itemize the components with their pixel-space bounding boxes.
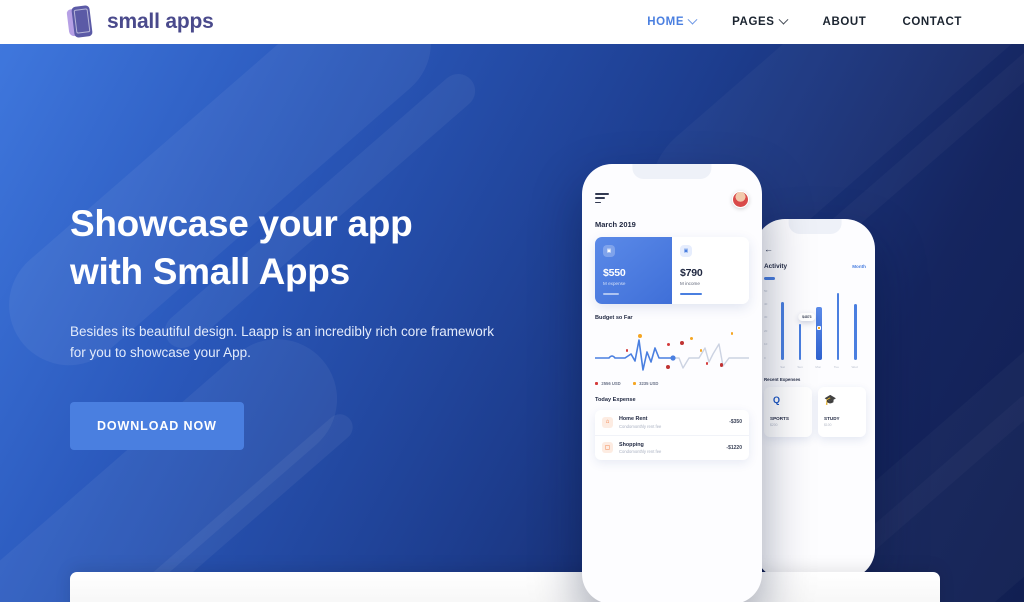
y-tick: 50 <box>764 288 768 293</box>
period-selector[interactable]: Month <box>852 264 866 269</box>
legend-item: 2556 USD <box>595 381 621 386</box>
hamburger-icon[interactable] <box>595 193 609 206</box>
income-label: M income <box>680 281 700 286</box>
bar <box>798 323 802 360</box>
nav-item-home[interactable]: HOME <box>647 14 698 28</box>
hero-section: Showcase your app with Small Apps Beside… <box>0 44 1024 602</box>
user-avatar[interactable] <box>732 191 749 208</box>
chevron-down-icon <box>687 14 698 25</box>
card-title: SPORTS <box>770 415 789 421</box>
expense-title: Shopping <box>619 441 644 448</box>
phone-mockup-secondary: ← Activity Month 50 40 30 20 10 0 $4873 … <box>755 219 875 579</box>
nav-item-about[interactable]: ABOUT <box>823 16 867 28</box>
wallet-icon: ▣ <box>603 245 615 257</box>
income-amount: $790 <box>680 267 703 279</box>
card-subtitle: $100 <box>824 422 832 427</box>
card-subtitle: $200 <box>770 422 778 427</box>
nav-item-contact-label: CONTACT <box>902 16 962 28</box>
x-tick: Wed <box>851 364 858 369</box>
graduation-cap-icon: 🎓 <box>824 394 837 406</box>
today-expense-title: Today Expense <box>595 397 636 404</box>
budget-title: Budget so Far <box>595 315 633 322</box>
arrow-left-icon[interactable]: ← <box>764 245 866 254</box>
expense-amount: -$350 <box>729 419 742 426</box>
active-tab-indicator <box>764 277 775 280</box>
hero-copy: Showcase your app with Small Apps Beside… <box>70 200 540 451</box>
expense-summary-card[interactable]: ▣ $550 M expense <box>595 237 672 305</box>
expense-title: Home Rent <box>619 416 648 423</box>
list-item[interactable]: ▢ Shopping Condomonthly rent fee -$1220 <box>595 434 749 461</box>
legend-label: 2556 USD <box>601 381 621 387</box>
card-title: STUDY <box>824 415 840 421</box>
next-section-card <box>70 572 940 602</box>
summary-cards: ▣ $550 M expense ▣ $790 M income <box>595 237 749 305</box>
nav-item-contact[interactable]: CONTACT <box>902 16 962 28</box>
activity-bar-chart: 50 40 30 20 10 0 $4873 Sat Sun Mon Tue W… <box>764 289 866 369</box>
expense-amount: -$1220 <box>726 444 742 451</box>
legend-item: 3235 USD <box>632 381 659 387</box>
chart-tooltip: $4873 <box>798 312 816 321</box>
expense-list: ⌂ Home Rent Condomonthly rent fee -$350 … <box>595 410 749 461</box>
y-tick: 10 <box>764 342 768 347</box>
y-tick: 40 <box>764 301 768 306</box>
x-tick: Tue <box>833 364 839 369</box>
progress-bar <box>680 293 702 296</box>
home-icon: ⌂ <box>602 416 613 428</box>
nav-item-home-label: HOME <box>647 16 685 28</box>
month-label: March 2019 <box>595 220 636 229</box>
expense-card-sports[interactable]: Q SPORTS $200 <box>764 386 812 437</box>
bar-selected[interactable] <box>815 307 822 360</box>
expense-card-study[interactable]: 🎓 STUDY $100 <box>818 386 866 437</box>
y-axis-labels: 50 40 30 20 10 0 <box>764 289 767 360</box>
bar <box>836 293 840 360</box>
nav-item-pages-label: PAGES <box>732 16 775 28</box>
chart-legend: 2556 USD 3235 USD <box>595 381 749 386</box>
phone-mockup-primary: March 2019 ▣ $550 M expense ▣ $790 M inc… <box>582 164 762 602</box>
recent-expenses-title: Recent Expenses <box>764 376 801 382</box>
recent-expenses-cards: Q SPORTS $200 🎓 STUDY $100 <box>764 386 866 437</box>
bar <box>854 304 857 360</box>
x-tick: Mon <box>815 364 822 369</box>
hero-subtitle: Besides its beautiful design. Laapp is a… <box>70 324 494 361</box>
tooltip-marker-icon <box>817 326 822 331</box>
scatter-dot <box>665 364 671 369</box>
budget-line-chart <box>595 324 749 380</box>
nav-links: HOME PAGES ABOUT CONTACT <box>647 14 962 28</box>
bar <box>781 301 784 360</box>
x-tick: Sat <box>780 364 785 369</box>
camera-icon: ▣ <box>680 245 692 257</box>
list-item[interactable]: ⌂ Home Rent Condomonthly rent fee -$350 <box>595 410 749 435</box>
sparkline-svg <box>595 339 749 371</box>
expense-subtitle: Condomonthly rent fee <box>619 449 662 455</box>
q-badge-icon: Q <box>772 395 780 406</box>
top-navbar: small apps HOME PAGES ABOUT CONTACT <box>0 0 1024 44</box>
page-title: Showcase your app with Small Apps <box>70 203 413 293</box>
nav-item-pages[interactable]: PAGES <box>732 14 788 28</box>
bars <box>774 291 864 360</box>
y-tick: 0 <box>764 355 766 360</box>
expense-subtitle: Condomonthly rent fee <box>619 423 662 429</box>
progress-bar <box>603 293 619 296</box>
brand-logo[interactable]: small apps <box>66 5 214 39</box>
y-tick: 20 <box>764 328 768 333</box>
expense-amount: $550 <box>603 267 626 279</box>
x-axis-labels: Sat Sun Mon Tue Wed <box>774 365 864 369</box>
phone-logo-icon <box>66 5 98 39</box>
scatter-dot <box>730 332 734 335</box>
bag-icon: ▢ <box>602 442 613 454</box>
activity-title: Activity <box>764 263 788 270</box>
x-tick: Sun <box>797 364 803 369</box>
income-summary-card[interactable]: ▣ $790 M income <box>672 237 749 305</box>
expense-label: M expense <box>603 281 626 286</box>
brand-name: small apps <box>107 10 214 33</box>
phone-mockups: ← Activity Month 50 40 30 20 10 0 $4873 … <box>560 104 920 602</box>
legend-swatch <box>595 381 599 386</box>
legend-label: 3235 USD <box>639 381 659 387</box>
legend-swatch <box>632 381 637 386</box>
y-tick: 30 <box>764 315 768 320</box>
nav-item-about-label: ABOUT <box>822 16 867 28</box>
chevron-down-icon <box>778 14 788 25</box>
download-now-button[interactable]: DOWNLOAD NOW <box>70 402 244 451</box>
